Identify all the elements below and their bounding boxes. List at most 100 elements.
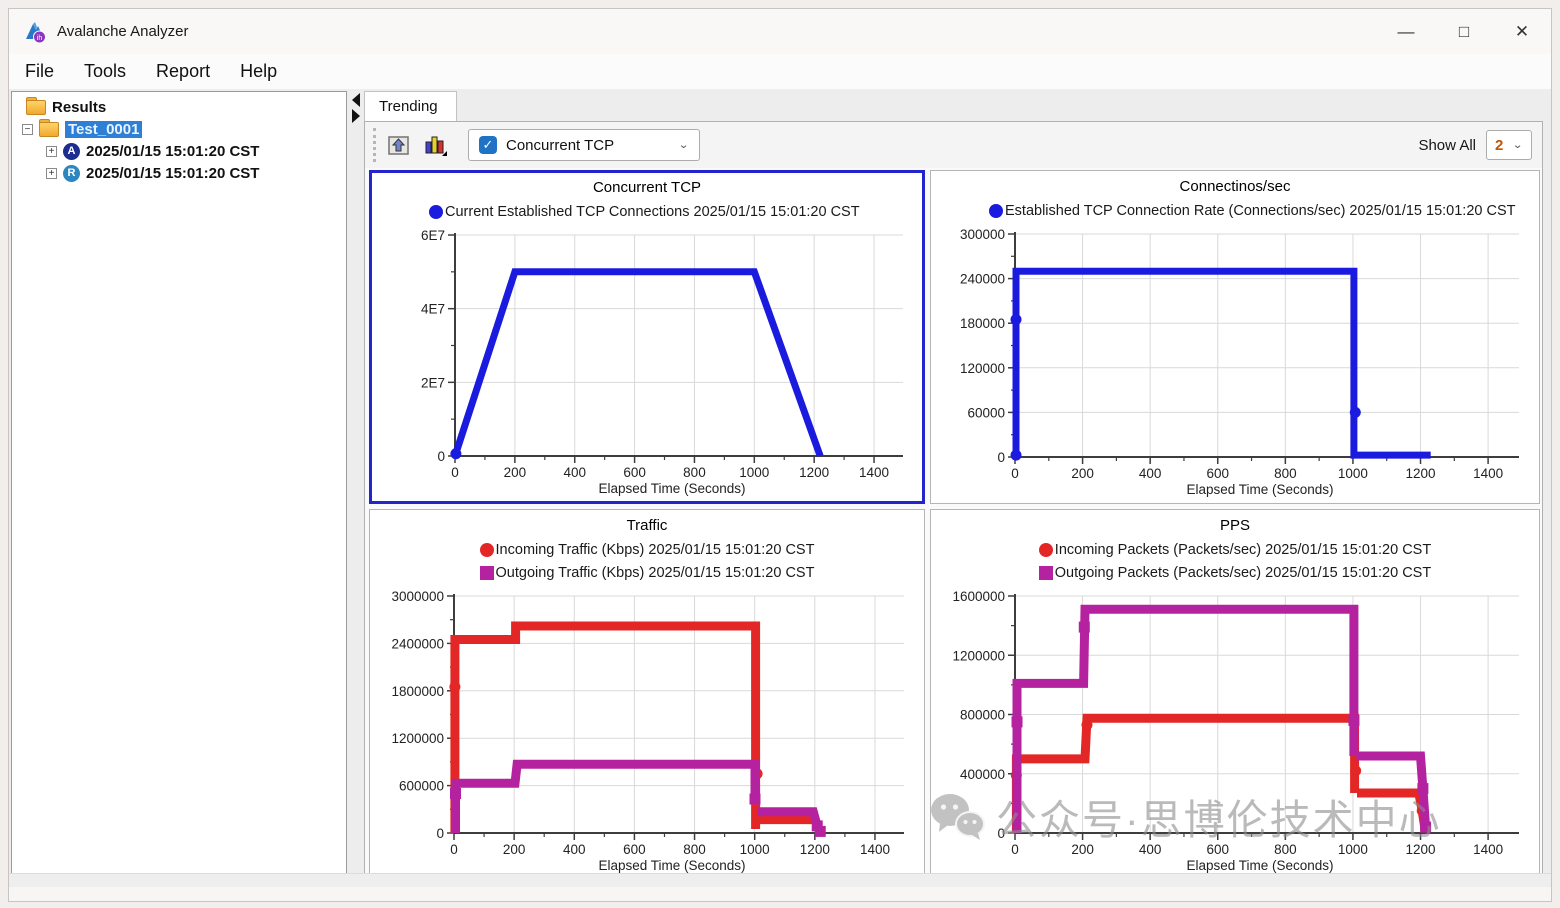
svg-text:60000: 60000 [967,405,1005,420]
legend-item: Outgoing Traffic (Kbps) 2025/01/15 15:01… [480,561,815,584]
tree-test-label: Test_0001 [65,121,142,138]
svg-text:400: 400 [1139,842,1162,857]
svg-text:600: 600 [623,465,646,480]
tree-item-run-r[interactable]: + R 2025/01/15 15:01:20 CST [12,162,346,184]
legend-item: Incoming Packets (Packets/sec) 2025/01/1… [1039,538,1431,561]
chart-panel-traffic[interactable]: Traffic Incoming Traffic (Kbps) 2025/01/… [369,509,925,880]
folder-icon [26,100,46,115]
svg-text:1200: 1200 [800,842,830,857]
close-button[interactable]: ✕ [1493,9,1551,54]
menu-report[interactable]: Report [156,61,210,82]
svg-text:400: 400 [1139,466,1162,481]
legend-circle-marker [1039,543,1053,557]
svg-text:3000000: 3000000 [391,589,444,604]
svg-text:800: 800 [683,842,706,857]
checkbox-checked-icon[interactable]: ✓ [479,136,497,154]
svg-text:600: 600 [1206,466,1229,481]
minimize-button[interactable]: — [1377,9,1435,54]
svg-text:800: 800 [1274,842,1297,857]
legend-label: Outgoing Traffic (Kbps) 2025/01/15 15:01… [496,565,815,581]
chart-select-value: Concurrent TCP [506,137,614,154]
title-bar: ih Avalanche Analyzer — □ ✕ [9,9,1551,54]
svg-text:0: 0 [997,826,1005,841]
svg-text:0: 0 [450,842,458,857]
tree-item-results[interactable]: Results [12,96,346,118]
svg-text:1400: 1400 [1473,842,1503,857]
chart-panel-connections-sec[interactable]: Connectinos/sec Established TCP Connecti… [930,170,1540,504]
svg-text:1200000: 1200000 [952,648,1005,663]
svg-text:400: 400 [563,465,586,480]
collapse-left-arrow-icon[interactable] [352,93,360,107]
svg-text:120000: 120000 [960,361,1005,376]
svg-text:0: 0 [1011,842,1019,857]
menu-bar: File Tools Report Help [9,54,1551,89]
chart-panel-pps[interactable]: PPS Incoming Packets (Packets/sec) 2025/… [930,509,1540,880]
menu-file[interactable]: File [25,61,54,82]
svg-text:1000: 1000 [1338,466,1368,481]
svg-text:0: 0 [997,450,1005,465]
svg-text:Elapsed Time (Seconds): Elapsed Time (Seconds) [1186,482,1333,497]
expand-right-arrow-icon[interactable] [352,109,360,123]
legend-label: Established TCP Connection Rate (Connect… [1005,203,1516,219]
show-all-label: Show All [1418,137,1476,154]
svg-text:1000: 1000 [1338,842,1368,857]
svg-text:0: 0 [436,826,444,841]
legend-label: Incoming Traffic (Kbps) 2025/01/15 15:01… [496,542,815,558]
svg-text:1800000: 1800000 [391,684,444,699]
maximize-button[interactable]: □ [1435,9,1493,54]
tab-content: ✓ Concurrent TCP ⌄ Show All 2 ⌄ [364,121,1543,885]
legend-label: Incoming Packets (Packets/sec) 2025/01/1… [1055,542,1431,558]
legend-circle-marker [429,205,443,219]
expand-expander-icon[interactable]: + [46,168,57,179]
chart-svg: 0200400600800100012001400040000080000012… [931,584,1539,879]
collapse-expander-icon[interactable]: − [22,124,33,135]
tree-root-label: Results [52,99,106,116]
tree-item-test[interactable]: − Test_0001 [12,118,346,140]
svg-text:1600000: 1600000 [952,589,1005,604]
svg-text:4E7: 4E7 [421,302,445,317]
chevron-down-icon: ⌄ [678,139,689,152]
svg-text:200: 200 [1071,466,1094,481]
show-all-value: 2 [1495,137,1503,154]
legend-square-marker [480,566,494,580]
svg-text:2E7: 2E7 [421,375,445,390]
svg-text:ih: ih [37,35,43,42]
show-all-combobox[interactable]: 2 ⌄ [1486,130,1532,160]
chart-title: PPS [931,510,1539,538]
legend-square-marker [1039,566,1053,580]
svg-text:600: 600 [623,842,646,857]
svg-text:400000: 400000 [960,767,1005,782]
toolbar-drag-handle[interactable] [373,128,378,162]
tab-bar: Trending [364,91,1543,121]
r-run-icon: R [63,165,80,182]
legend-item: Established TCP Connection Rate (Connect… [989,199,1516,222]
legend-circle-marker [480,543,494,557]
tab-trending[interactable]: Trending [364,91,457,121]
expand-expander-icon[interactable]: + [46,146,57,157]
chevron-down-icon: ⌄ [1512,139,1523,152]
panel-splitter[interactable] [349,91,362,885]
chart-select-combobox[interactable]: ✓ Concurrent TCP ⌄ [468,129,700,161]
svg-text:600000: 600000 [399,779,444,794]
chart-legend: Established TCP Connection Rate (Connect… [931,199,1539,222]
bar-chart-icon[interactable] [422,132,448,158]
menu-help[interactable]: Help [240,61,277,82]
svg-text:180000: 180000 [960,316,1005,331]
menu-tools[interactable]: Tools [84,61,126,82]
export-chart-icon[interactable] [386,132,412,158]
svg-text:Elapsed Time (Seconds): Elapsed Time (Seconds) [598,481,745,496]
svg-text:1400: 1400 [1473,466,1503,481]
legend-item: Incoming Traffic (Kbps) 2025/01/15 15:01… [480,538,815,561]
svg-text:200: 200 [1071,842,1094,857]
tree-item-run-a[interactable]: + A 2025/01/15 15:01:20 CST [12,140,346,162]
chart-panel-concurrent-tcp[interactable]: Concurrent TCP Current Established TCP C… [369,170,925,504]
app-logo-icon: ih [23,20,47,44]
svg-text:600: 600 [1206,842,1229,857]
trending-panel: Trending [364,91,1543,885]
chart-legend: Incoming Packets (Packets/sec) 2025/01/1… [931,538,1539,584]
window-title: Avalanche Analyzer [57,23,188,40]
chart-plot: 0200400600800100012001400040000080000012… [931,584,1539,880]
svg-text:200: 200 [504,465,527,480]
svg-text:6E7: 6E7 [421,228,445,243]
chart-svg: 0200400600800100012001400060000120000180… [931,222,1539,503]
